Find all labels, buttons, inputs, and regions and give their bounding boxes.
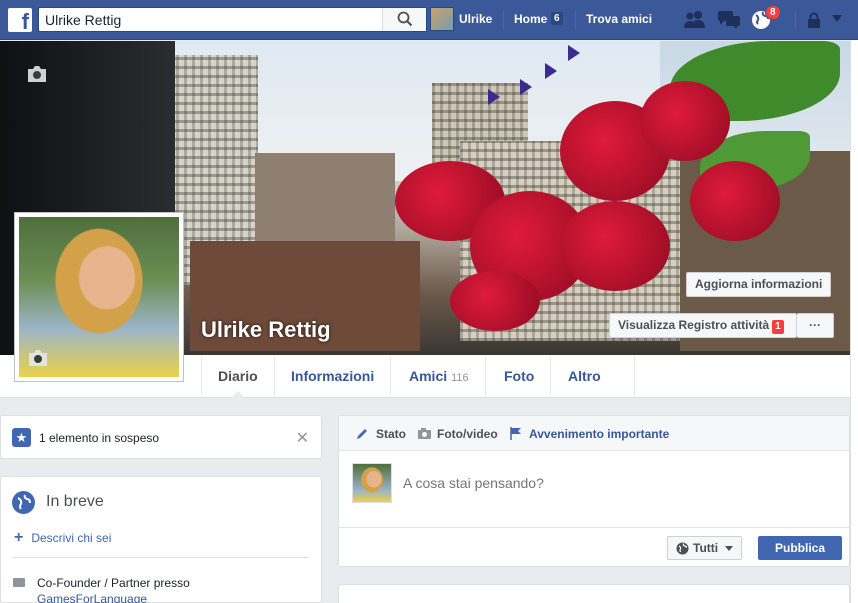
profile-photo — [19, 217, 179, 377]
feed-post-card — [338, 584, 850, 603]
divider — [13, 557, 309, 558]
tab-friends-label: Amici — [409, 368, 448, 384]
cover-flag — [520, 79, 532, 95]
cover-flower — [450, 271, 540, 331]
friend-requests-icon[interactable] — [683, 9, 707, 29]
flag-icon — [510, 427, 521, 440]
close-icon[interactable]: ✕ — [296, 428, 309, 448]
active-tab-pointer — [231, 391, 245, 398]
activity-log-label: Visualizza Registro attività — [618, 318, 770, 332]
composer-footer: Tutti Pubblica — [339, 527, 849, 568]
star-icon: ★ — [12, 428, 31, 447]
work-info: Co-Founder / Partner presso GamesForLang… — [37, 575, 190, 603]
search-icon — [397, 11, 413, 27]
chevron-down-icon — [725, 546, 734, 552]
life-event-tab[interactable]: Avvenimento importante — [529, 427, 669, 441]
search-button[interactable] — [382, 8, 426, 31]
post-composer: Stato Foto/video Avvenimento importante … — [338, 415, 850, 567]
messages-icon[interactable] — [717, 9, 741, 29]
activity-log-badge: 1 — [772, 320, 784, 334]
user-avatar[interactable] — [430, 7, 454, 31]
search-box — [38, 7, 427, 32]
divider — [503, 11, 504, 29]
globe-icon — [12, 491, 35, 514]
pending-text: 1 elemento in sospeso — [39, 431, 160, 445]
avatar — [352, 463, 392, 503]
more-options-button[interactable]: ··· — [797, 313, 834, 338]
facebook-logo-icon[interactable]: f — [8, 8, 32, 32]
cover-flower — [640, 81, 730, 161]
update-info-button[interactable]: Aggiorna informazioni — [686, 272, 832, 297]
cover-flower — [690, 161, 780, 241]
status-tab[interactable]: Stato — [376, 427, 406, 441]
search-input[interactable] — [39, 8, 384, 31]
add-bio-link[interactable]: + Descrivi chi sei — [14, 529, 111, 547]
status-input[interactable] — [403, 475, 803, 491]
tab-more[interactable]: Altro — [552, 355, 635, 422]
activity-log-button[interactable]: Visualizza Registro attività 1 — [609, 313, 797, 338]
plus-icon: + — [14, 529, 24, 546]
publish-button[interactable]: Pubblica — [758, 536, 842, 560]
camera-icon[interactable] — [26, 65, 48, 83]
top-navigation-bar: f Ulrike Home 6 Trova amici 8 — [0, 0, 858, 40]
chevron-down-icon[interactable] — [832, 15, 842, 23]
friends-count: 116 — [451, 372, 469, 384]
briefcase-icon — [13, 578, 25, 587]
intro-card: In breve + Descrivi chi sei Co-Founder / … — [0, 476, 322, 603]
find-friends-link[interactable]: Trova amici — [586, 12, 652, 26]
cover-flag — [488, 89, 500, 105]
window-edge — [850, 40, 858, 603]
globe-icon — [676, 542, 689, 555]
composer-tabs: Stato Foto/video Avvenimento importante — [339, 416, 849, 451]
intro-title: In breve — [46, 493, 104, 510]
divider — [575, 11, 576, 29]
tab-about[interactable]: Informazioni — [275, 355, 392, 398]
audience-selector[interactable]: Tutti — [667, 536, 743, 560]
profile-name[interactable]: Ulrike Rettig — [201, 317, 331, 343]
cover-flower — [560, 201, 670, 291]
divider — [795, 11, 796, 29]
profile-picture[interactable] — [14, 212, 184, 382]
home-count-badge: 6 — [551, 12, 563, 25]
tab-photos[interactable]: Foto — [488, 355, 552, 398]
photo-video-tab[interactable]: Foto/video — [437, 427, 498, 441]
tab-more-label: Altro — [568, 368, 601, 384]
notifications-badge: 8 — [765, 5, 781, 20]
profile-link[interactable]: Ulrike — [459, 12, 492, 26]
tab-friends[interactable]: Amici 116 — [393, 355, 486, 398]
privacy-lock-icon[interactable] — [806, 12, 822, 28]
camera-icon[interactable] — [27, 349, 49, 367]
work-text: Co-Founder / Partner presso — [37, 576, 190, 590]
pencil-icon — [357, 429, 367, 439]
audience-label: Tutti — [693, 541, 719, 555]
add-bio-label: Descrivi chi sei — [31, 531, 112, 545]
cover-flag — [545, 63, 557, 79]
pending-items-card[interactable]: ★ 1 elemento in sospeso ✕ — [0, 415, 322, 459]
work-company-link[interactable]: GamesForLanguage — [37, 591, 190, 603]
cover-flag — [568, 45, 580, 61]
home-link[interactable]: Home — [514, 12, 547, 26]
camera-icon — [418, 428, 431, 439]
